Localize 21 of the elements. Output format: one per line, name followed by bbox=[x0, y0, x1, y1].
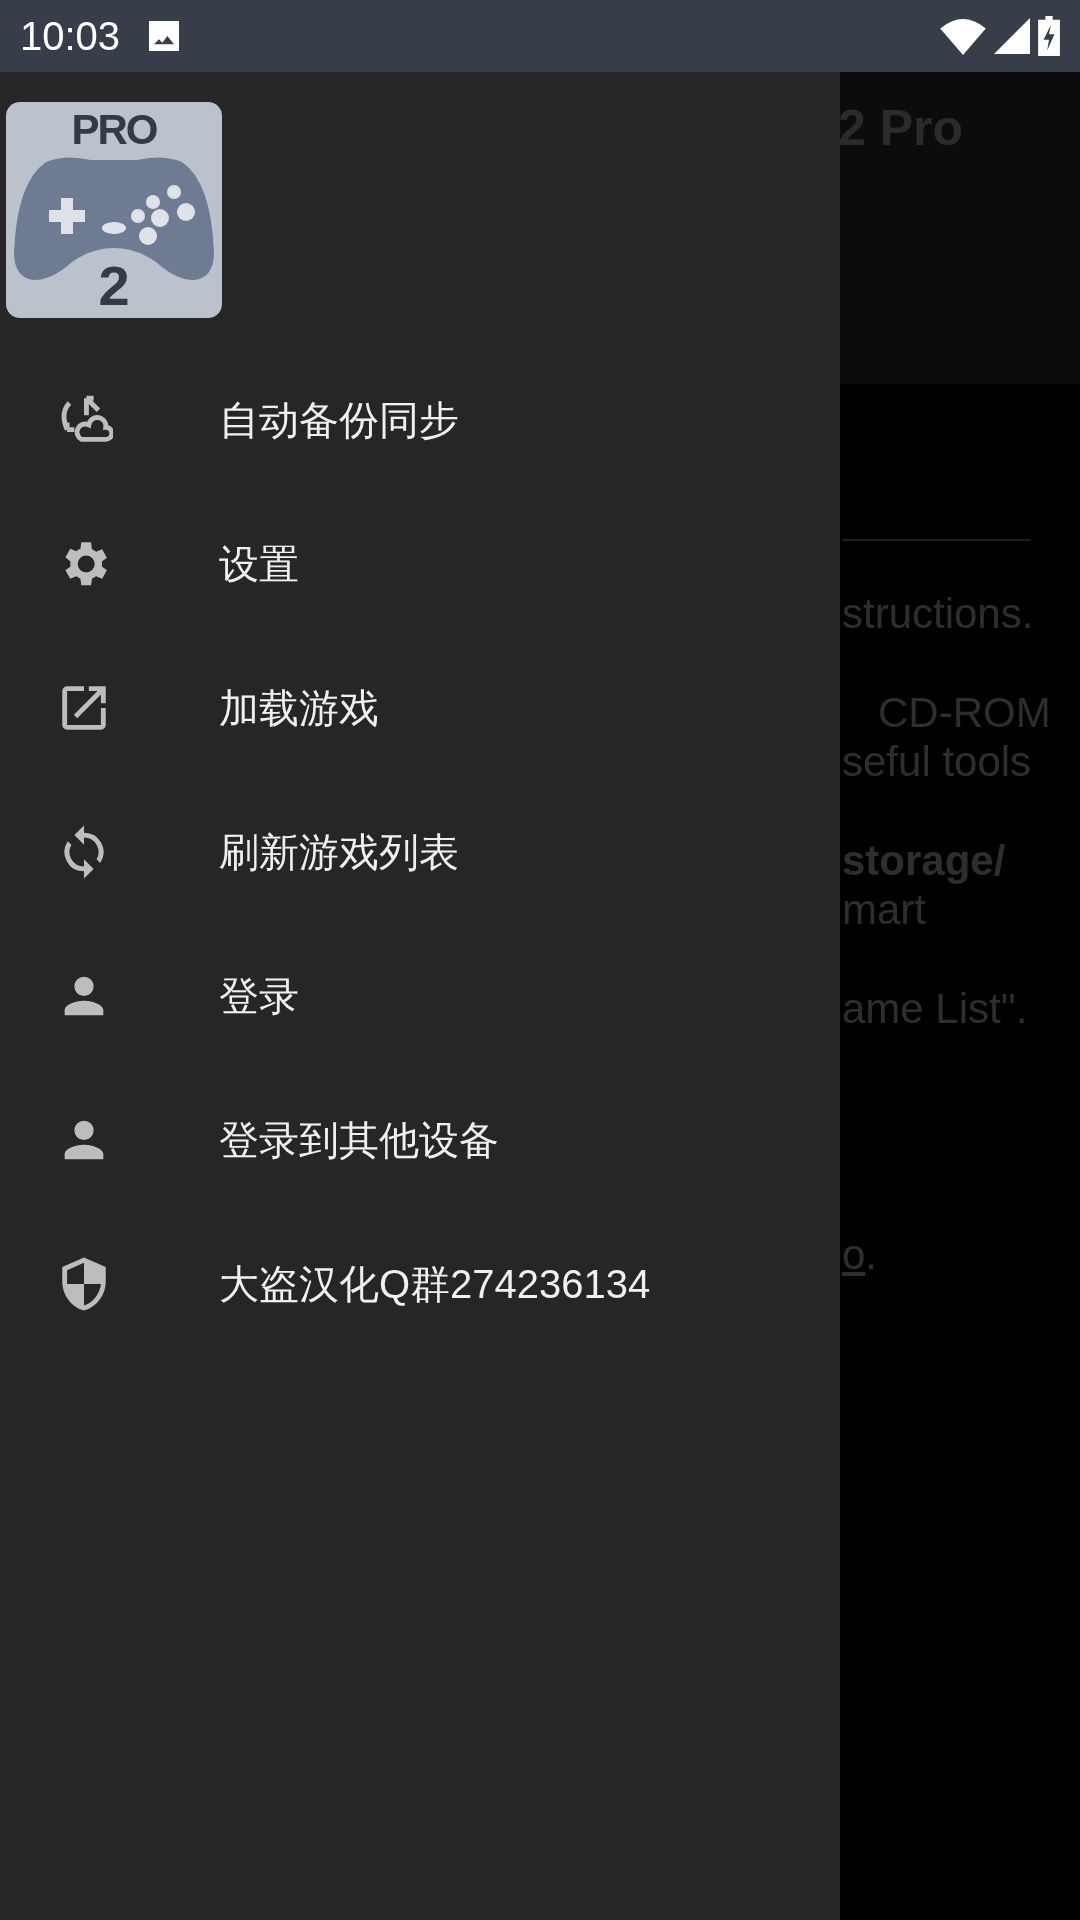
logo-text: 2 bbox=[97, 253, 131, 319]
menu-item[interactable]: 登录到其他设备 bbox=[0, 1068, 840, 1212]
wifi-icon bbox=[940, 17, 986, 55]
menu-label: 登录 bbox=[219, 973, 299, 1020]
menu-item[interactable]: 设置 bbox=[0, 492, 840, 636]
menu-item[interactable]: 自动备份同步 bbox=[0, 348, 840, 492]
status-time: 10:03 bbox=[20, 16, 121, 56]
menu-label: 自动备份同步 bbox=[219, 397, 459, 444]
logo-text: PRO bbox=[70, 106, 158, 155]
menu-item[interactable]: 刷新游戏列表 bbox=[0, 780, 840, 924]
menu-item[interactable]: 大盗汉化Q群274236134 bbox=[0, 1212, 840, 1356]
menu-item[interactable]: 加载游戏 bbox=[0, 636, 840, 780]
menu-label: 加载游戏 bbox=[219, 685, 379, 732]
menu-label: 登录到其他设备 bbox=[219, 1117, 499, 1164]
menu-label: 大盗汉化Q群274236134 bbox=[219, 1261, 651, 1308]
menu-item[interactable]: 登录 bbox=[0, 924, 840, 1068]
body-text: . bbox=[865, 1230, 878, 1279]
menu-label: 设置 bbox=[219, 541, 299, 588]
battery-charging-icon bbox=[1038, 16, 1060, 56]
menu-label: 刷新游戏列表 bbox=[219, 829, 459, 876]
signal-icon bbox=[994, 18, 1030, 54]
